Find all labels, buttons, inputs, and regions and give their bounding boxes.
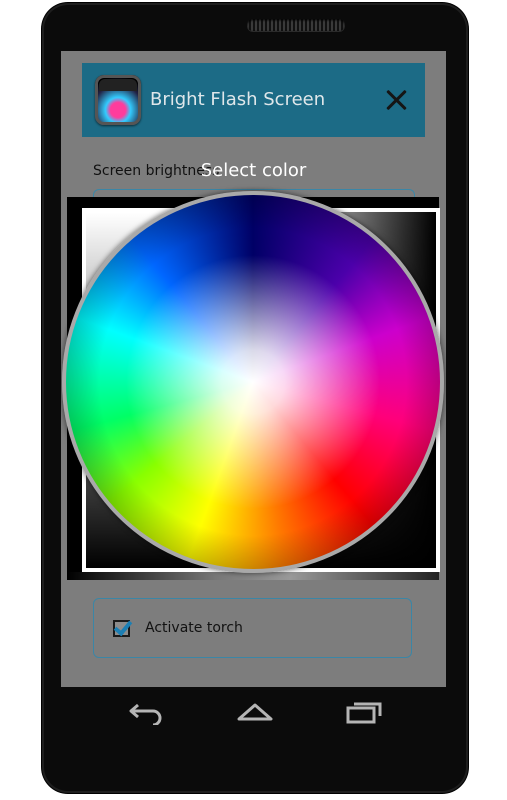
activate-torch-checkbox[interactable] <box>113 620 130 637</box>
navigation-bar <box>61 690 446 736</box>
dialog-title: Select color <box>200 160 307 181</box>
recent-apps-icon[interactable] <box>341 699 385 725</box>
back-icon[interactable] <box>125 699 169 725</box>
activate-torch-label: Activate torch <box>145 620 243 636</box>
speaker-grille <box>247 19 345 31</box>
close-icon[interactable] <box>381 85 411 115</box>
app-icon <box>95 75 141 125</box>
app-title: Bright Flash Screen <box>150 89 326 110</box>
home-icon[interactable] <box>233 699 277 725</box>
app-header: Bright Flash Screen <box>82 63 425 137</box>
picker-bottom-bar <box>67 572 439 580</box>
screen: Bright Flash Screen Screen brightness Se… <box>61 51 446 687</box>
hue-color-wheel[interactable] <box>62 191 444 573</box>
activate-torch-option[interactable]: Activate torch <box>93 598 412 658</box>
